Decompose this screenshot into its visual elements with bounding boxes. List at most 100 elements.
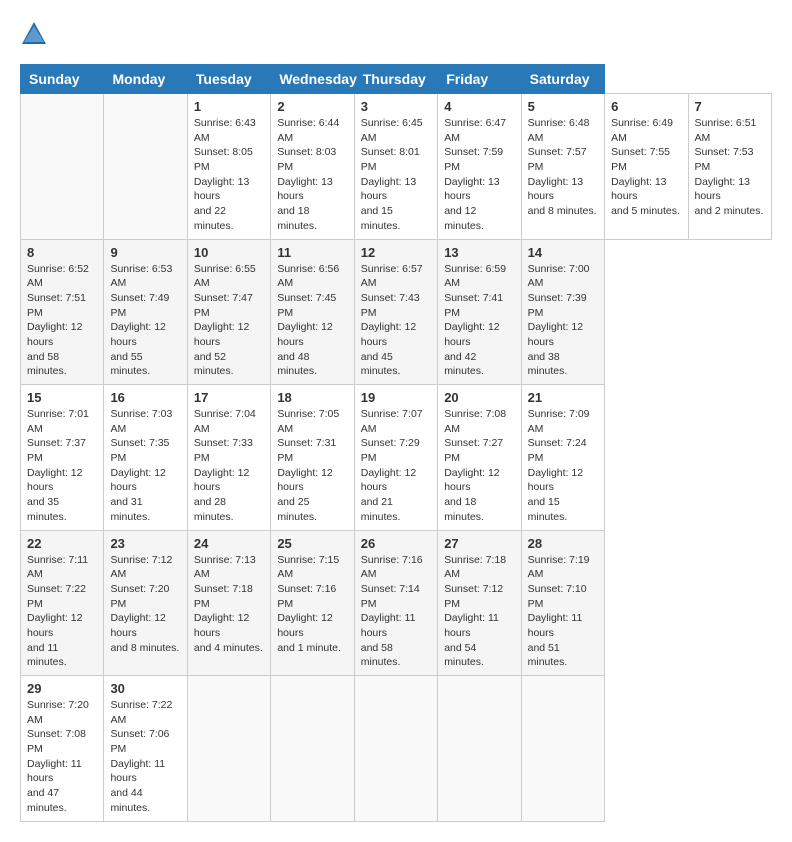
day-number: 24 — [194, 536, 264, 551]
day-number: 16 — [110, 390, 180, 405]
calendar-table: SundayMondayTuesdayWednesdayThursdayFrid… — [20, 64, 772, 822]
calendar-cell: 13 Sunrise: 6:59 AMSunset: 7:41 PMDayligh… — [438, 239, 521, 385]
cell-text: Sunrise: 6:48 AMSunset: 7:57 PMDaylight:… — [528, 116, 598, 219]
calendar-cell: 17 Sunrise: 7:04 AMSunset: 7:33 PMDayligh… — [187, 385, 270, 531]
header-tuesday: Tuesday — [187, 65, 270, 94]
day-number: 28 — [528, 536, 598, 551]
cell-text: Sunrise: 7:20 AMSunset: 7:08 PMDaylight:… — [27, 698, 97, 816]
calendar-cell: 22 Sunrise: 7:11 AMSunset: 7:22 PMDayligh… — [21, 530, 104, 676]
cell-text: Sunrise: 7:16 AMSunset: 7:14 PMDaylight:… — [361, 553, 431, 671]
calendar-week-row: 1Sunrise: 6:43 AMSunset: 8:05 PMDaylight… — [21, 94, 772, 240]
calendar-cell: 14 Sunrise: 7:00 AMSunset: 7:39 PMDayligh… — [521, 239, 604, 385]
cell-text: Sunrise: 6:56 AMSunset: 7:45 PMDaylight:… — [277, 262, 347, 380]
calendar-cell: 8 Sunrise: 6:52 AMSunset: 7:51 PMDaylight… — [21, 239, 104, 385]
calendar-cell: 5 Sunrise: 6:48 AMSunset: 7:57 PMDaylight… — [521, 94, 604, 240]
cell-text: Sunrise: 7:22 AMSunset: 7:06 PMDaylight:… — [110, 698, 180, 816]
calendar-cell: 2 Sunrise: 6:44 AMSunset: 8:03 PMDaylight… — [271, 94, 354, 240]
cell-text: Sunrise: 7:15 AMSunset: 7:16 PMDaylight:… — [277, 553, 347, 656]
calendar-week-row: 15 Sunrise: 7:01 AMSunset: 7:37 PMDayligh… — [21, 385, 772, 531]
cell-text: Sunrise: 7:05 AMSunset: 7:31 PMDaylight:… — [277, 407, 347, 525]
cell-text: Sunrise: 6:55 AMSunset: 7:47 PMDaylight:… — [194, 262, 264, 380]
calendar-cell — [521, 676, 604, 822]
calendar-week-row: 22 Sunrise: 7:11 AMSunset: 7:22 PMDayligh… — [21, 530, 772, 676]
calendar-cell — [187, 676, 270, 822]
day-number: 14 — [528, 245, 598, 260]
calendar-cell: 12 Sunrise: 6:57 AMSunset: 7:43 PMDayligh… — [354, 239, 437, 385]
day-number: 21 — [528, 390, 598, 405]
cell-text: Sunrise: 7:09 AMSunset: 7:24 PMDaylight:… — [528, 407, 598, 525]
header-friday: Friday — [438, 65, 521, 94]
cell-text: Sunrise: 7:08 AMSunset: 7:27 PMDaylight:… — [444, 407, 514, 525]
calendar-cell: 25 Sunrise: 7:15 AMSunset: 7:16 PMDayligh… — [271, 530, 354, 676]
day-number: 13 — [444, 245, 514, 260]
calendar-cell: 3 Sunrise: 6:45 AMSunset: 8:01 PMDaylight… — [354, 94, 437, 240]
day-number: 17 — [194, 390, 264, 405]
cell-text: Sunrise: 7:12 AMSunset: 7:20 PMDaylight:… — [110, 553, 180, 656]
day-number: 11 — [277, 245, 347, 260]
header-saturday: Saturday — [521, 65, 604, 94]
calendar-cell — [354, 676, 437, 822]
cell-text: Sunrise: 6:47 AMSunset: 7:59 PMDaylight:… — [444, 116, 514, 234]
day-number: 19 — [361, 390, 431, 405]
calendar-cell: 16 Sunrise: 7:03 AMSunset: 7:35 PMDayligh… — [104, 385, 187, 531]
day-number: 20 — [444, 390, 514, 405]
calendar-week-row: 8 Sunrise: 6:52 AMSunset: 7:51 PMDaylight… — [21, 239, 772, 385]
header-monday: Monday — [104, 65, 187, 94]
day-number: 8 — [27, 245, 97, 260]
day-number: 12 — [361, 245, 431, 260]
header-sunday: Sunday — [21, 65, 104, 94]
cell-text: Sunrise: 7:01 AMSunset: 7:37 PMDaylight:… — [27, 407, 97, 525]
day-number: 3 — [361, 99, 431, 114]
cell-text: Sunrise: 6:45 AMSunset: 8:01 PMDaylight:… — [361, 116, 431, 234]
calendar-cell: 28Sunrise: 7:19 AMSunset: 7:10 PMDayligh… — [521, 530, 604, 676]
day-number: 5 — [528, 99, 598, 114]
day-number: 29 — [27, 681, 97, 696]
cell-text: Sunrise: 6:44 AMSunset: 8:03 PMDaylight:… — [277, 116, 347, 234]
calendar-cell: 1Sunrise: 6:43 AMSunset: 8:05 PMDaylight… — [187, 94, 270, 240]
calendar-cell: 11 Sunrise: 6:56 AMSunset: 7:45 PMDayligh… — [271, 239, 354, 385]
day-number: 9 — [110, 245, 180, 260]
calendar-cell: 26Sunrise: 7:16 AMSunset: 7:14 PMDayligh… — [354, 530, 437, 676]
cell-text: Sunrise: 7:11 AMSunset: 7:22 PMDaylight:… — [27, 553, 97, 671]
calendar-cell: 7Sunrise: 6:51 AMSunset: 7:53 PMDaylight… — [688, 94, 772, 240]
calendar-cell: 9 Sunrise: 6:53 AMSunset: 7:49 PMDaylight… — [104, 239, 187, 385]
calendar-week-row: 29 Sunrise: 7:20 AMSunset: 7:08 PMDayligh… — [21, 676, 772, 822]
calendar-cell: 6Sunrise: 6:49 AMSunset: 7:55 PMDaylight… — [605, 94, 688, 240]
day-number: 15 — [27, 390, 97, 405]
day-number: 23 — [110, 536, 180, 551]
day-number: 6 — [611, 99, 681, 114]
header-wednesday: Wednesday — [271, 65, 354, 94]
day-number: 30 — [110, 681, 180, 696]
cell-text: Sunrise: 6:52 AMSunset: 7:51 PMDaylight:… — [27, 262, 97, 380]
calendar-cell: 15 Sunrise: 7:01 AMSunset: 7:37 PMDayligh… — [21, 385, 104, 531]
calendar-cell — [104, 94, 187, 240]
cell-text: Sunrise: 7:04 AMSunset: 7:33 PMDaylight:… — [194, 407, 264, 525]
cell-text: Sunrise: 6:53 AMSunset: 7:49 PMDaylight:… — [110, 262, 180, 380]
calendar-cell — [271, 676, 354, 822]
cell-text: Sunrise: 6:43 AMSunset: 8:05 PMDaylight:… — [194, 116, 264, 234]
calendar-cell: 20 Sunrise: 7:08 AMSunset: 7:27 PMDayligh… — [438, 385, 521, 531]
calendar-cell: 27Sunrise: 7:18 AMSunset: 7:12 PMDayligh… — [438, 530, 521, 676]
day-number: 10 — [194, 245, 264, 260]
cell-text: Sunrise: 7:07 AMSunset: 7:29 PMDaylight:… — [361, 407, 431, 525]
cell-text: Sunrise: 7:18 AMSunset: 7:12 PMDaylight:… — [444, 553, 514, 671]
header — [20, 20, 772, 48]
calendar-cell — [438, 676, 521, 822]
day-number: 22 — [27, 536, 97, 551]
cell-text: Sunrise: 6:59 AMSunset: 7:41 PMDaylight:… — [444, 262, 514, 380]
calendar-cell: 4Sunrise: 6:47 AMSunset: 7:59 PMDaylight… — [438, 94, 521, 240]
header-thursday: Thursday — [354, 65, 437, 94]
day-number: 25 — [277, 536, 347, 551]
calendar-cell: 30 Sunrise: 7:22 AMSunset: 7:06 PMDayligh… — [104, 676, 187, 822]
cell-text: Sunrise: 7:13 AMSunset: 7:18 PMDaylight:… — [194, 553, 264, 656]
cell-text: Sunrise: 7:00 AMSunset: 7:39 PMDaylight:… — [528, 262, 598, 380]
cell-text: Sunrise: 7:03 AMSunset: 7:35 PMDaylight:… — [110, 407, 180, 525]
calendar-cell: 24 Sunrise: 7:13 AMSunset: 7:18 PMDayligh… — [187, 530, 270, 676]
logo-icon — [20, 20, 48, 48]
day-number: 2 — [277, 99, 347, 114]
cell-text: Sunrise: 6:51 AMSunset: 7:53 PMDaylight:… — [695, 116, 766, 219]
calendar-cell: 29 Sunrise: 7:20 AMSunset: 7:08 PMDayligh… — [21, 676, 104, 822]
calendar-cell: 10 Sunrise: 6:55 AMSunset: 7:47 PMDayligh… — [187, 239, 270, 385]
cell-text: Sunrise: 6:57 AMSunset: 7:43 PMDaylight:… — [361, 262, 431, 380]
calendar-cell: 18Sunrise: 7:05 AMSunset: 7:31 PMDayligh… — [271, 385, 354, 531]
